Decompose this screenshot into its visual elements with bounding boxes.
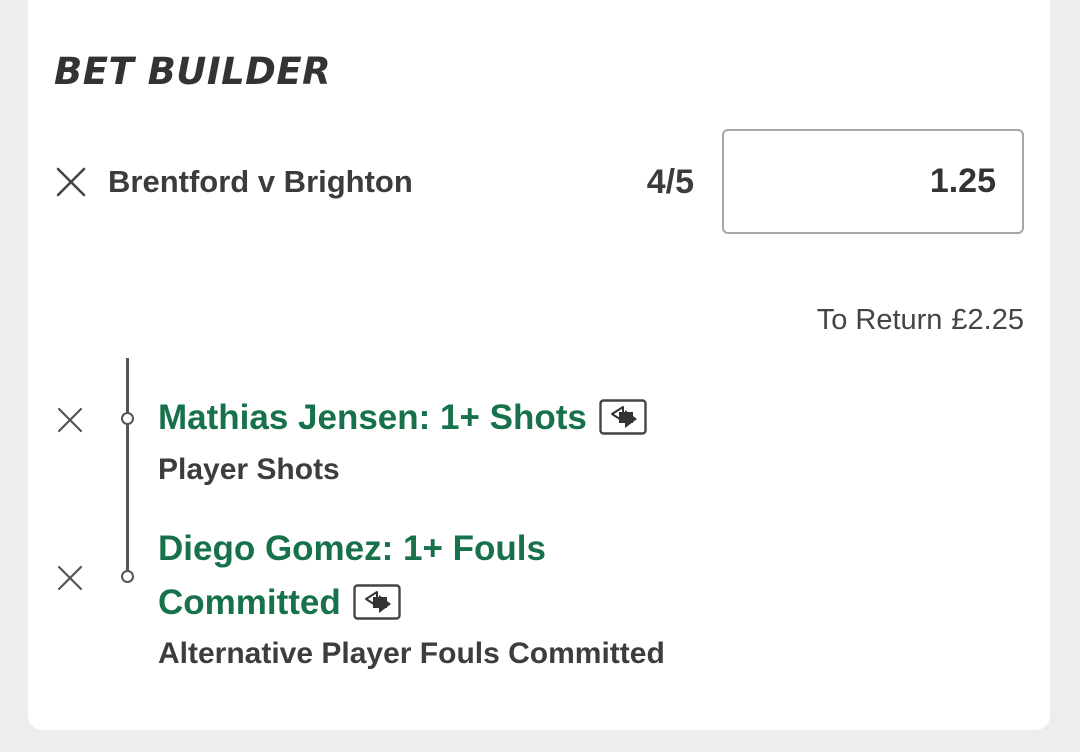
timeline-node [121, 412, 134, 425]
selection-name: Diego Gomez: 1+ Fouls Committed [158, 522, 546, 630]
stake-input[interactable] [722, 129, 1024, 234]
selection-timeline [126, 358, 129, 576]
bet-builder-title: BET BUILDER [54, 50, 332, 93]
swap-icon[interactable] [353, 584, 401, 620]
remove-bet-close-icon[interactable] [55, 166, 87, 198]
selection-market: Player Shots [158, 453, 340, 486]
to-return: To Return £2.25 [700, 302, 1024, 338]
selection-name-text: Mathias Jensen: 1+ Shots [158, 398, 587, 437]
remove-selection-close-icon[interactable] [57, 407, 83, 433]
timeline-node [121, 570, 134, 583]
selection-name-line1: Diego Gomez: 1+ Fouls [158, 529, 546, 568]
to-return-amount: £2.25 [951, 304, 1024, 336]
selection-name-line2: Committed [158, 583, 341, 622]
match-name: Brentford v Brighton [108, 164, 413, 199]
odds-value: 4/5 [646, 163, 694, 201]
swap-icon[interactable] [599, 399, 647, 435]
remove-selection-close-icon[interactable] [57, 565, 83, 591]
selection-name: Mathias Jensen: 1+ Shots [158, 391, 647, 445]
selection-market: Alternative Player Fouls Committed [158, 637, 665, 670]
to-return-label: To Return [816, 304, 943, 336]
